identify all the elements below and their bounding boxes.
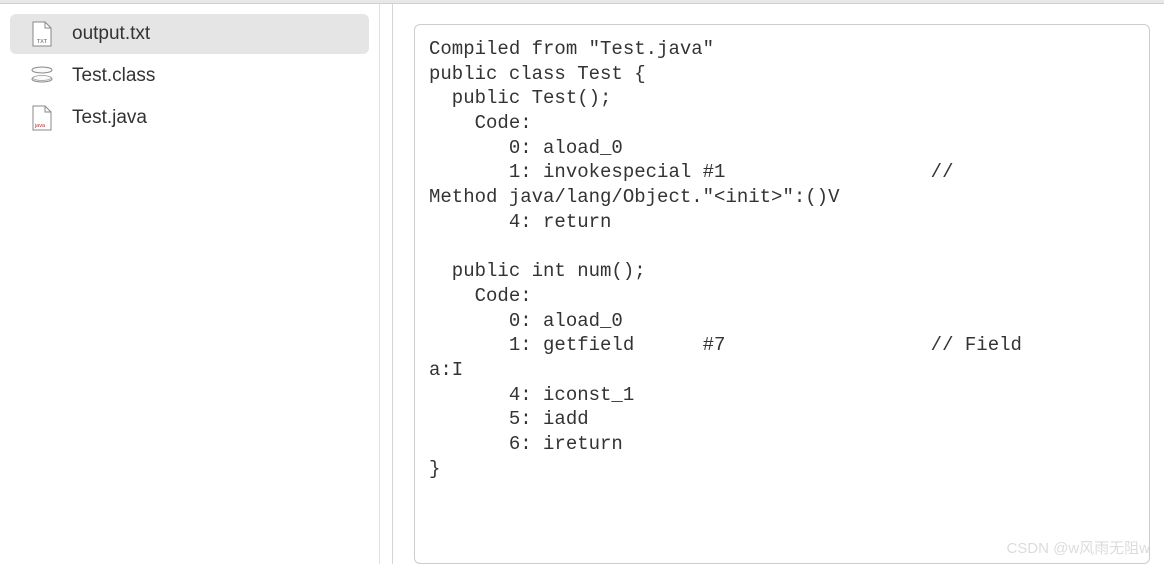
code-content[interactable]: Compiled from "Test.java" public class T… xyxy=(429,37,1135,481)
main-container: TXT output.txt Test.class java xyxy=(0,4,1164,564)
file-item-test-class[interactable]: Test.class xyxy=(10,56,369,96)
file-name-label: output.txt xyxy=(72,23,150,45)
panel-separator xyxy=(392,4,393,564)
txt-file-icon: TXT xyxy=(30,22,54,46)
svg-text:TXT: TXT xyxy=(37,39,48,45)
file-name-label: Test.class xyxy=(72,65,155,87)
class-file-icon xyxy=(30,64,54,88)
file-sidebar: TXT output.txt Test.class java xyxy=(0,4,380,564)
svg-text:java: java xyxy=(34,123,46,129)
java-file-icon: java xyxy=(30,106,54,130)
file-item-output-txt[interactable]: TXT output.txt xyxy=(10,14,369,54)
content-box: Compiled from "Test.java" public class T… xyxy=(414,24,1150,564)
content-area: Compiled from "Test.java" public class T… xyxy=(380,4,1164,564)
file-name-label: Test.java xyxy=(72,107,147,129)
file-item-test-java[interactable]: java Test.java xyxy=(10,98,369,138)
